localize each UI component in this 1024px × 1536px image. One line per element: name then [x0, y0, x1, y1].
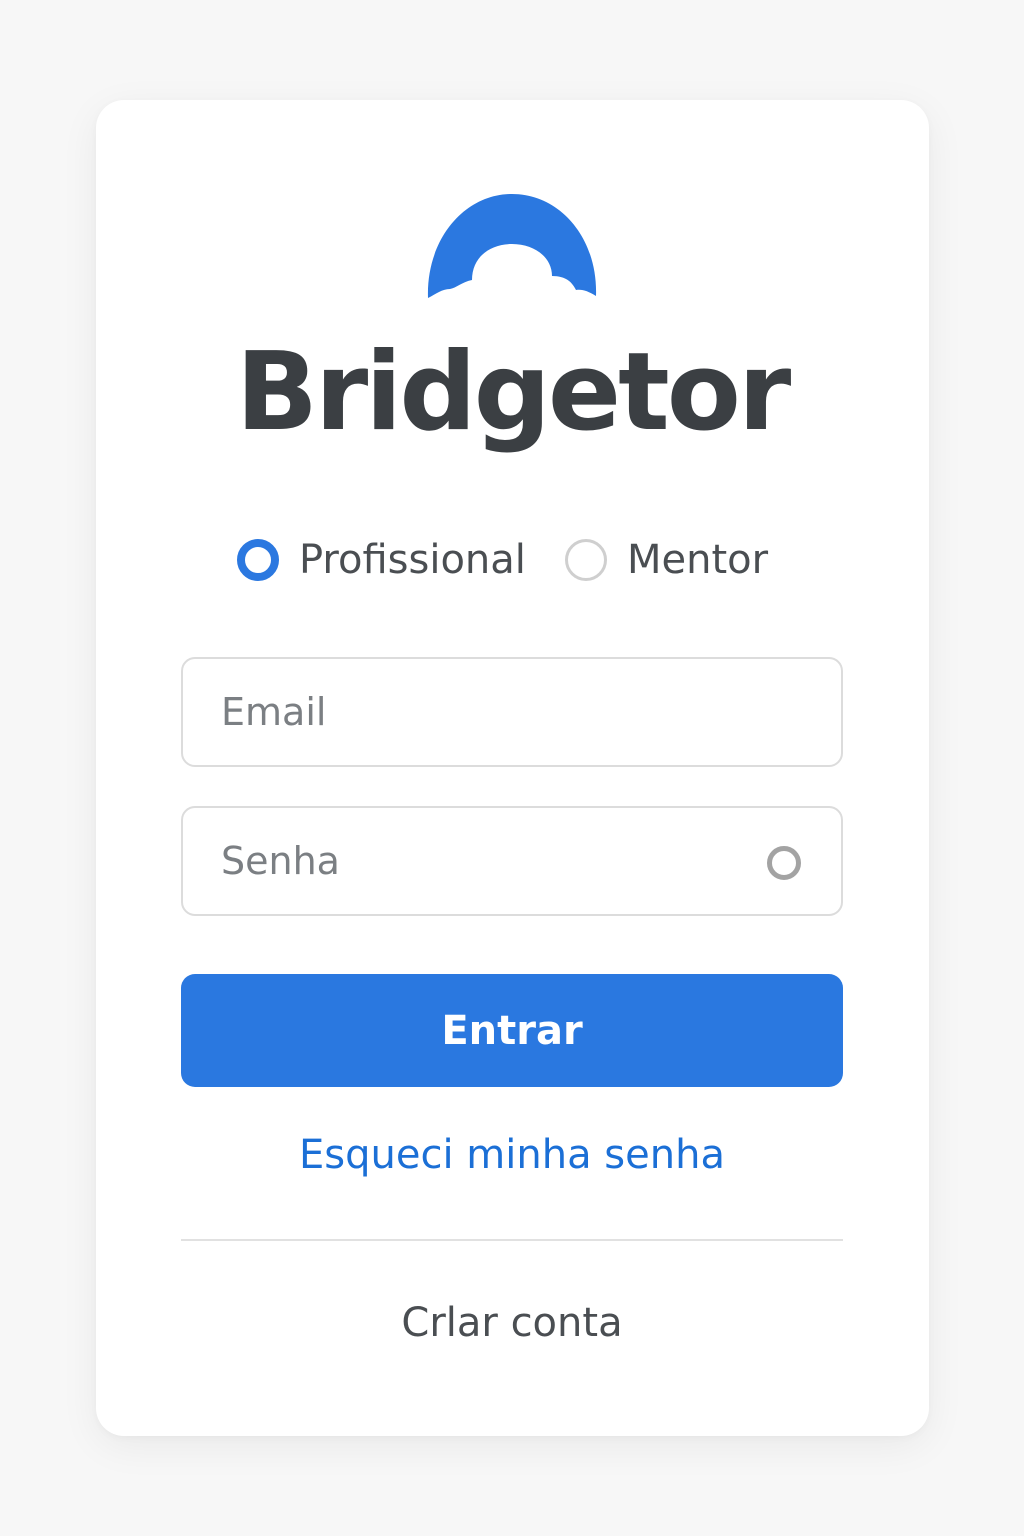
- radio-unselected-icon[interactable]: [565, 539, 607, 581]
- role-selector: Profissional Mentor: [0, 530, 1024, 590]
- login-page: Bridgetor Profissional Mentor Entrar Esq…: [0, 0, 1024, 1536]
- role-label-mentor: Mentor: [627, 537, 769, 583]
- show-password-icon[interactable]: [767, 846, 801, 880]
- create-account-link[interactable]: Crlar conta: [0, 1293, 1024, 1353]
- brand-name: Bridgetor: [235, 330, 792, 455]
- role-option-mentor[interactable]: Mentor: [565, 530, 768, 590]
- password-field: [181, 806, 843, 916]
- radio-selected-icon[interactable]: [237, 539, 279, 581]
- password-input[interactable]: [221, 808, 741, 914]
- divider: [181, 1239, 843, 1241]
- email-field: [181, 657, 843, 767]
- arch-logo-icon: [427, 194, 597, 298]
- forgot-password-link[interactable]: Esqueci minha senha: [0, 1125, 1024, 1185]
- email-input[interactable]: [221, 659, 741, 765]
- role-option-profissional[interactable]: Profissional: [237, 530, 526, 590]
- role-label-profissional: Profissional: [299, 537, 526, 583]
- login-button[interactable]: Entrar: [181, 974, 843, 1087]
